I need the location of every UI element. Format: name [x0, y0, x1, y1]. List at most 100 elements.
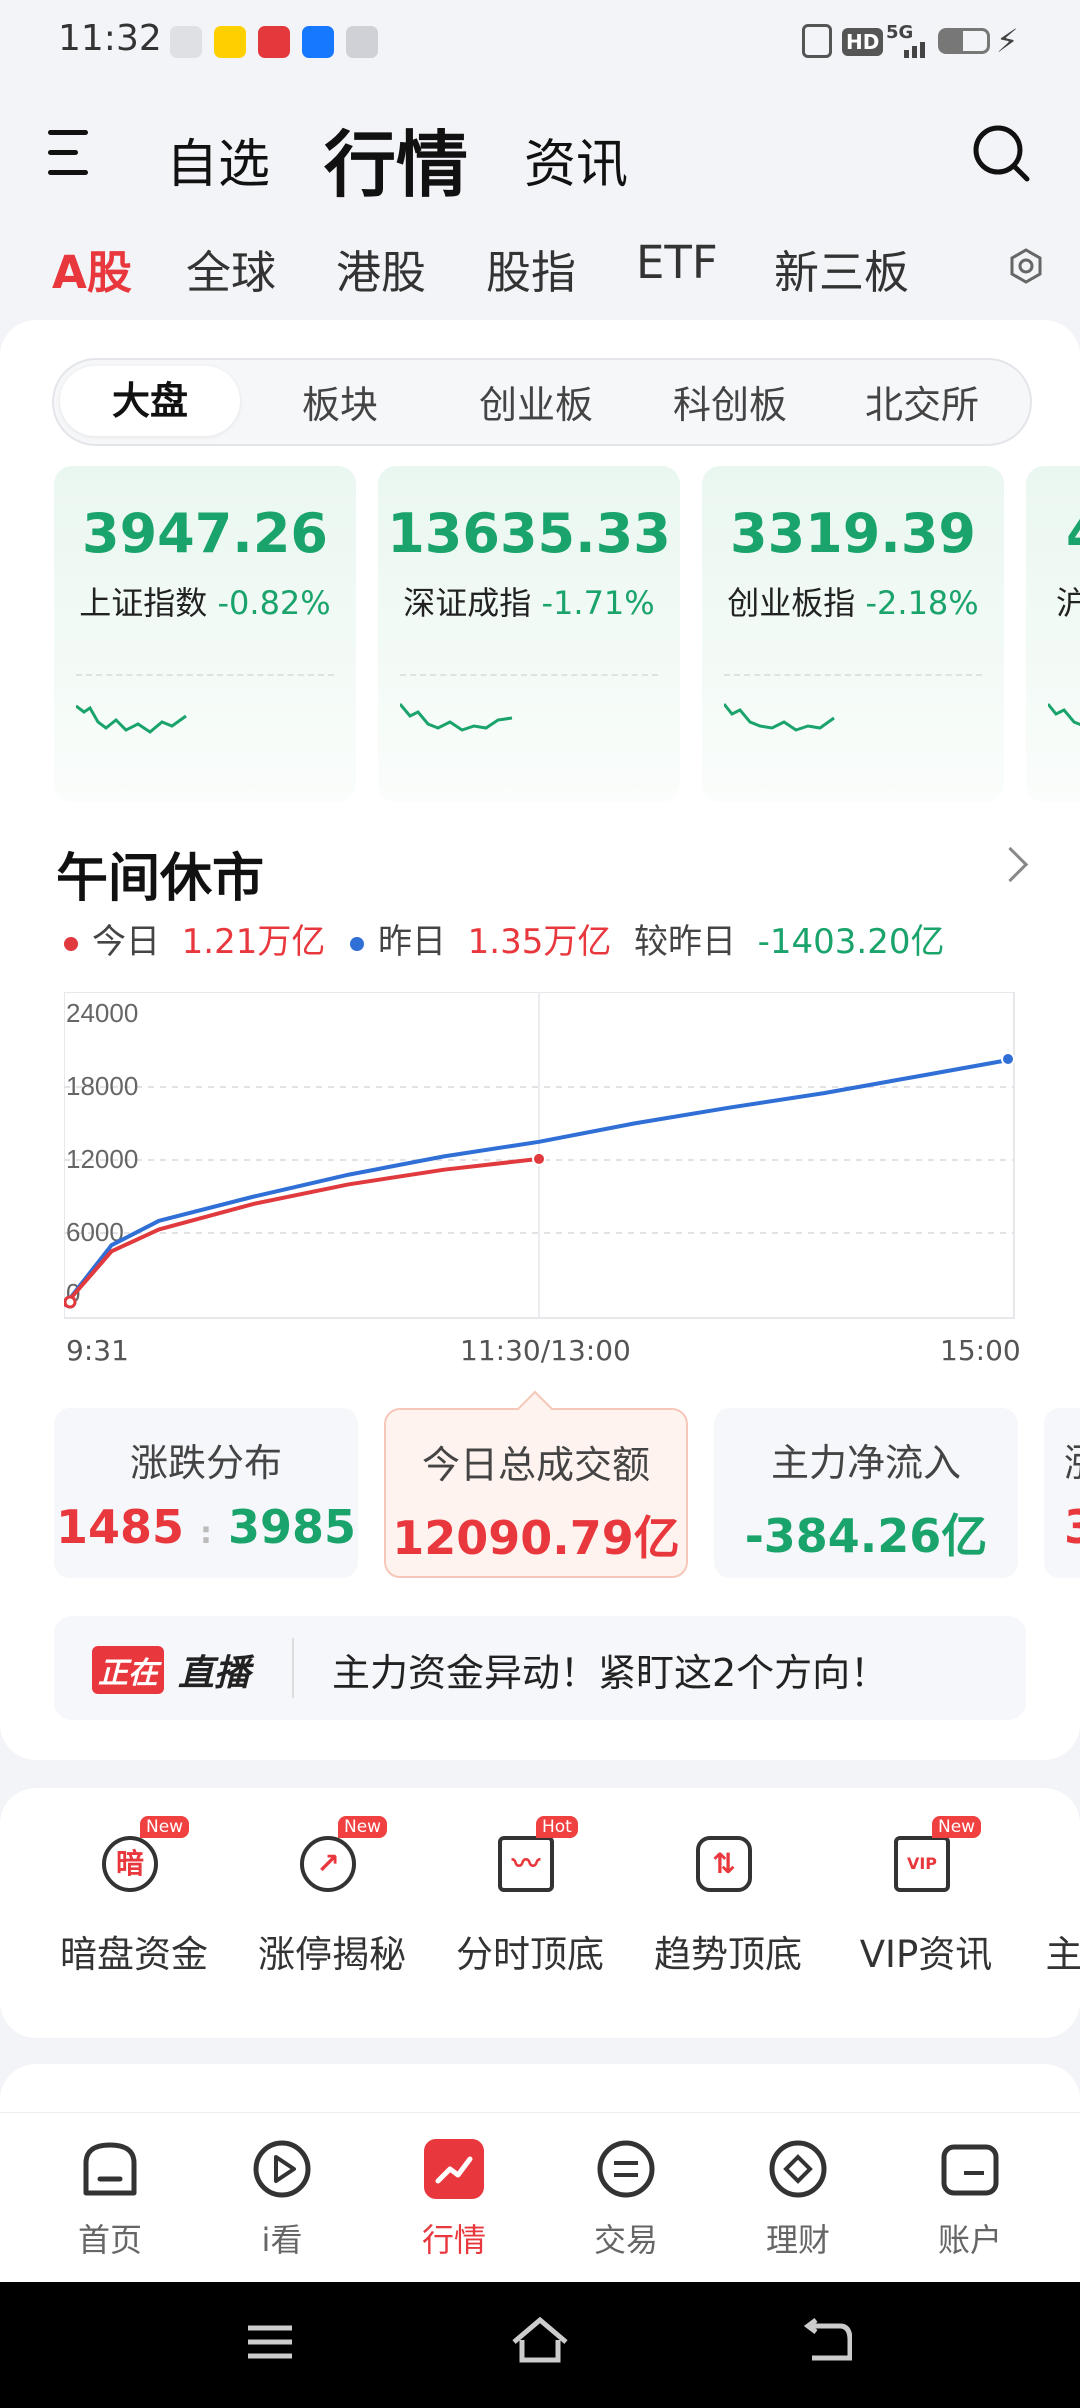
index-name: 创业板指 — [727, 584, 856, 622]
meituan-icon — [214, 26, 246, 58]
status-bar: 11:32 HD 5G ⚡ — [0, 0, 1080, 84]
legend-label: 较昨日 — [634, 922, 736, 962]
market-tab-etf[interactable]: ETF — [636, 236, 718, 289]
x-tick-start: 9:31 — [66, 1334, 129, 1367]
live-banner[interactable]: 正在 直播 主力资金异动！紧盯这2个方向！ — [54, 1616, 1026, 1720]
index-card-shenzhen[interactable]: 13635.33 深证成指 -1.71% — [378, 466, 680, 802]
index-value: 4 — [1066, 502, 1080, 565]
index-card-shanghai[interactable]: 3947.26 上证指数 -0.82% — [54, 466, 356, 802]
wechat-icon — [170, 26, 202, 58]
exchange-icon — [597, 2140, 655, 2198]
tool-badge: New — [932, 1816, 982, 1838]
tool-item[interactable]: 主 — [1024, 1836, 1080, 1978]
tool-icon: ↗ New — [300, 1816, 388, 1900]
market-tab-neeq[interactable]: 新三板 — [774, 236, 909, 301]
stat-card-turnover[interactable]: 今日总成交额 12090.79亿 — [384, 1390, 688, 1578]
play-icon — [253, 2140, 311, 2198]
signal-icon — [884, 40, 930, 58]
segment-chinext[interactable]: 创业板 — [446, 374, 626, 429]
tab-watchlist[interactable]: 自选 — [166, 122, 270, 197]
hd-badge: HD — [842, 28, 884, 56]
stat-value: 3 — [1064, 1500, 1080, 1554]
down-count: 3985 — [228, 1500, 357, 1554]
nav-trade[interactable]: 交易 — [556, 2137, 696, 2261]
tool-label: 趋势顶底 — [654, 1933, 802, 1976]
tool-item[interactable]: 暗 New 暗盘资金 — [34, 1816, 234, 1978]
segment-control: 大盘 板块 创业板 科创板 北交所 — [52, 358, 1032, 446]
recent-apps-icon[interactable] — [246, 2322, 294, 2364]
nav-label: i看 — [261, 2221, 303, 2259]
battery-icon — [938, 28, 990, 54]
search-icon[interactable] — [972, 124, 1030, 182]
legend-label: 今日 — [92, 922, 160, 962]
tab-market[interactable]: 行情 — [324, 106, 468, 211]
market-tab-global[interactable]: 全球 — [186, 236, 276, 301]
tool-item[interactable]: VIP New VIP资讯 — [826, 1816, 1026, 1978]
segment-sector[interactable]: 板块 — [250, 374, 430, 429]
tool-item[interactable]: ⇅ 趋势顶底 — [628, 1836, 828, 1978]
index-name: 上证指数 — [79, 584, 208, 622]
index-change: -0.82% — [217, 584, 331, 622]
nav-market[interactable]: 行情 — [384, 2137, 524, 2261]
separator: : — [200, 1516, 212, 1551]
live-tag-text: 直播 — [178, 1653, 251, 1694]
nav-label: 行情 — [421, 2221, 486, 2259]
turnover-chart: 24000180001200060000 — [64, 992, 1015, 1319]
segment-star[interactable]: 科创板 — [640, 374, 820, 429]
tool-icon: 〰 Hot — [498, 1816, 578, 1900]
red-dot-icon — [64, 936, 78, 951]
tool-badge: Hot — [536, 1816, 578, 1838]
tool-badge: New — [338, 1816, 388, 1838]
status-time: 11:32 — [58, 18, 162, 59]
market-tab-index[interactable]: 股指 — [486, 236, 576, 301]
series-start-point — [64, 1295, 77, 1309]
charging-icon: ⚡ — [996, 22, 1019, 60]
divider — [724, 674, 982, 676]
segment-bse[interactable]: 北交所 — [832, 374, 1012, 429]
stat-value: -384.26亿 — [744, 1509, 988, 1563]
stat-label: 涨 — [1064, 1432, 1080, 1487]
nav-watch[interactable]: i看 — [212, 2137, 352, 2261]
stat-card-netflow[interactable]: 主力净流入 -384.26亿 — [714, 1408, 1018, 1578]
nav-label: 理财 — [765, 2221, 830, 2259]
nav-label: 首页 — [77, 2221, 142, 2259]
home-button-icon[interactable] — [510, 2316, 570, 2366]
index-name-change: 创业板指 -2.18% — [702, 578, 1004, 624]
tool-item[interactable]: ↗ New 涨停揭秘 — [232, 1816, 432, 1978]
back-icon[interactable] — [800, 2318, 852, 2366]
tool-label: 主 — [1045, 1933, 1080, 1976]
settings-icon[interactable] — [1008, 248, 1042, 284]
index-value: 13635.33 — [387, 502, 671, 565]
segment-overall[interactable]: 大盘 — [60, 366, 240, 436]
menu-icon[interactable] — [48, 130, 96, 176]
tool-icon: 暗 New — [102, 1816, 190, 1900]
legend-diff: 较昨日 -1403.20亿 — [634, 914, 945, 963]
index-card-chinext[interactable]: 3319.39 创业板指 -2.18% — [702, 466, 1004, 802]
sparkline — [400, 703, 513, 732]
market-tab-a-share[interactable]: A股 — [52, 236, 132, 301]
stat-card-partial[interactable]: 涨 3 — [1044, 1408, 1080, 1578]
tool-item[interactable]: 〰 Hot 分时顶底 — [430, 1816, 630, 1978]
index-name: 深证成指 — [403, 584, 532, 622]
tool-icon — [1032, 1836, 1080, 1900]
system-nav-bar — [0, 2282, 1080, 2408]
diamond-icon — [769, 2140, 827, 2198]
app-icon — [346, 26, 378, 58]
market-tab-hk[interactable]: 港股 — [336, 236, 426, 301]
bottom-nav: 首页 i看 行情 交易 理财 账户 — [0, 2112, 1080, 2283]
series-end-point — [1001, 1052, 1015, 1067]
blue-dot-icon — [350, 936, 364, 951]
x-tick-mid: 11:30/13:00 — [460, 1334, 631, 1367]
y-tick-label: 18000 — [66, 1071, 138, 1101]
home-icon — [83, 2142, 137, 2196]
nav-wealth[interactable]: 理财 — [728, 2137, 868, 2261]
tab-news[interactable]: 资讯 — [524, 122, 628, 197]
divider — [292, 1638, 294, 1698]
index-change: -1.71% — [541, 584, 655, 622]
nav-account[interactable]: 账户 — [900, 2137, 1040, 2261]
stat-card-breadth[interactable]: 涨跌分布 1485 : 3985 — [54, 1408, 358, 1578]
stat-value: 12090.79亿 — [392, 1511, 680, 1565]
index-card-partial[interactable]: 4 沪 — [1026, 466, 1080, 802]
nav-home[interactable]: 首页 — [40, 2137, 180, 2261]
stat-label: 主力净流入 — [770, 1441, 961, 1485]
